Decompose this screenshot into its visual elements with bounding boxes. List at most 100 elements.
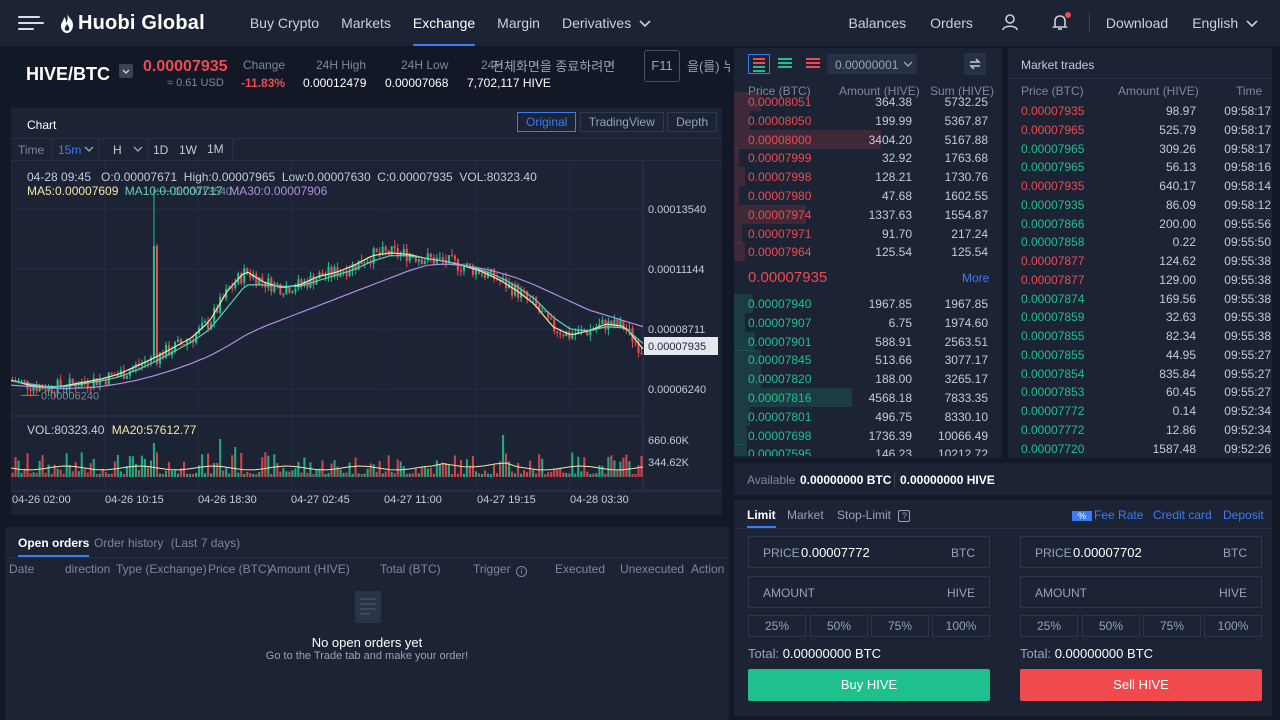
sell-amount-input[interactable]: AMOUNT HIVE: [1020, 576, 1262, 608]
volume-bar: [95, 473, 98, 477]
candlestick-chart[interactable]: 0.00013540 0.00011144 0.00008711 0.00006240…: [11, 161, 722, 515]
ask-row[interactable]: 0.00007964 125.54 125.54: [734, 242, 1000, 262]
nav-margin[interactable]: Margin: [486, 0, 551, 46]
volume-bar: [50, 473, 53, 477]
pair-dropdown-icon[interactable]: [119, 64, 134, 78]
orderbook-more-link[interactable]: More: [962, 271, 989, 285]
buy-button[interactable]: Buy HIVE: [748, 669, 990, 701]
bid-row[interactable]: 0.00007845 513.66 3077.17: [734, 350, 1000, 370]
nav-buy-crypto[interactable]: Buy Crypto: [239, 0, 330, 46]
deposit-link[interactable]: Deposit: [1223, 508, 1264, 522]
hour-selector[interactable]: H: [107, 139, 149, 160]
buy-price-input[interactable]: PRICE 0.00007772 BTC: [748, 536, 990, 568]
pair-selector[interactable]: HIVE/BTC: [26, 64, 134, 85]
trade-amount: 56.13: [1165, 160, 1196, 175]
bid-row[interactable]: 0.00007820 188.00 3265.17: [734, 369, 1000, 389]
hamburger-menu-icon[interactable]: [18, 15, 44, 31]
ask-row[interactable]: 0.00007998 128.21 1730.76: [734, 167, 1000, 187]
y-tick-label: 0.00011144: [648, 264, 704, 276]
ask-row[interactable]: 0.00007974 1337.63 1554.87: [734, 204, 1000, 224]
tab-order-history[interactable]: Order history (Last 7 days): [94, 536, 240, 550]
candle-body: [375, 248, 378, 252]
ask-row[interactable]: 0.00007999 32.92 1763.68: [734, 148, 1000, 168]
ask-row[interactable]: 0.00008050 199.99 5367.87: [734, 110, 1000, 130]
bid-row[interactable]: 0.00007816 4568.18 7833.35: [734, 388, 1000, 407]
trade-time: 09:58:17: [1224, 141, 1271, 156]
fee-rate-link[interactable]: % Fee Rate: [1072, 508, 1143, 522]
orderbook-view-bids-icon[interactable]: [776, 55, 794, 76]
volume-bar: [544, 473, 547, 477]
sell-pct-50[interactable]: 50%: [1082, 615, 1140, 637]
tab-stop-limit[interactable]: Stop-Limit ?: [837, 508, 911, 522]
price-step-selector[interactable]: 0.00000001: [827, 54, 917, 74]
nav-download[interactable]: Download: [1094, 15, 1180, 31]
info-icon[interactable]: i: [515, 566, 527, 577]
buy-pct-25[interactable]: 25%: [748, 615, 806, 637]
col-executed: Executed: [555, 562, 606, 576]
buy-price-value: 0.00007772: [801, 545, 870, 560]
main-nav-links: Buy Crypto Markets Exchange Margin Deriv…: [239, 0, 662, 46]
help-icon[interactable]: ?: [898, 510, 911, 522]
last-price: 0.00007935: [143, 58, 228, 75]
volume-bar: [35, 472, 38, 477]
tab-open-orders[interactable]: Open orders: [18, 536, 90, 557]
sell-pct-75[interactable]: 75%: [1143, 615, 1201, 637]
sell-button[interactable]: Sell HIVE: [1020, 669, 1262, 701]
sell-pct-100[interactable]: 100%: [1204, 615, 1262, 637]
bid-row[interactable]: 0.00007907 6.75 1974.60: [734, 312, 1000, 332]
nav-orders[interactable]: Orders: [918, 15, 985, 31]
interval-1d[interactable]: 1D: [153, 143, 168, 157]
interval-selector[interactable]: 15m: [51, 139, 99, 160]
user-icon[interactable]: [985, 13, 1035, 34]
chevron-down-icon: [84, 146, 94, 152]
trade-row: 0.00007935 98.97 09:58:17: [1008, 102, 1272, 121]
sell-price-input[interactable]: PRICE 0.00007702 BTC: [1020, 536, 1262, 568]
notification-bell-icon[interactable]: [1035, 11, 1085, 34]
buy-pct-75[interactable]: 75%: [871, 615, 929, 637]
volume-bar: [222, 470, 225, 477]
volume-bar: [399, 461, 402, 477]
ask-row[interactable]: 0.00008000 3404.20 5167.88: [734, 129, 1000, 149]
col-direction: direction: [65, 562, 111, 576]
buy-amount-input[interactable]: AMOUNT HIVE: [748, 576, 990, 608]
candle-body: [68, 378, 71, 390]
bid-row[interactable]: 0.00007801 496.75 8330.10: [734, 406, 1000, 426]
candle-body: [405, 248, 408, 262]
sell-pct-25[interactable]: 25%: [1020, 615, 1078, 637]
nav-derivatives[interactable]: Derivatives: [551, 0, 662, 46]
ask-row[interactable]: 0.00007971 91.70 217.24: [734, 223, 1000, 243]
bid-row[interactable]: 0.00007940 1967.85 1967.85: [734, 294, 1000, 313]
orderbook-view-all-icon[interactable]: [748, 54, 770, 74]
low-value: 0.00007068: [385, 76, 449, 90]
orderbook-settings-icon[interactable]: [964, 53, 986, 75]
trade-row: 0.00007772 12.86 09:52:34: [1008, 421, 1272, 440]
interval-1w[interactable]: 1W: [179, 143, 197, 157]
interval-1m[interactable]: 1M: [207, 139, 233, 160]
ask-row[interactable]: 0.00008051 364.38 5732.25: [734, 92, 1000, 111]
trade-amount: 169.56: [1159, 291, 1196, 306]
candle-body: [634, 341, 637, 343]
view-tradingview-tab[interactable]: TradingView: [579, 112, 664, 132]
bid-row[interactable]: 0.00007595 146.23 10212.72: [734, 444, 1000, 456]
nav-balances[interactable]: Balances: [837, 15, 919, 31]
trade-row: 0.00007965 56.13 09:58:16: [1008, 158, 1272, 177]
tab-market[interactable]: Market: [787, 508, 824, 522]
candle-body: [285, 286, 288, 295]
buy-pct-100[interactable]: 100%: [932, 615, 990, 637]
view-depth-tab[interactable]: Depth: [667, 112, 718, 132]
volume-bar: [20, 472, 23, 477]
bid-row[interactable]: 0.00007901 588.91 2563.51: [734, 331, 1000, 351]
nav-markets[interactable]: Markets: [330, 0, 402, 46]
tab-limit[interactable]: Limit: [747, 508, 776, 528]
nav-exchange[interactable]: Exchange: [402, 0, 486, 46]
volume-bar: [26, 453, 29, 477]
bid-row[interactable]: 0.00007698 1736.39 10066.49: [734, 425, 1000, 445]
orderbook-view-asks-icon[interactable]: [804, 55, 822, 76]
language-selector[interactable]: English: [1180, 15, 1280, 31]
view-original-tab[interactable]: Original: [517, 112, 577, 132]
ask-row[interactable]: 0.00007980 47.68 1602.55: [734, 186, 1000, 205]
brand-logo[interactable]: Huobi Global: [60, 12, 205, 35]
buy-pct-50[interactable]: 50%: [810, 615, 868, 637]
ma30-value: MA30:0.00007906: [229, 184, 328, 198]
credit-card-link[interactable]: Credit card: [1153, 508, 1212, 522]
